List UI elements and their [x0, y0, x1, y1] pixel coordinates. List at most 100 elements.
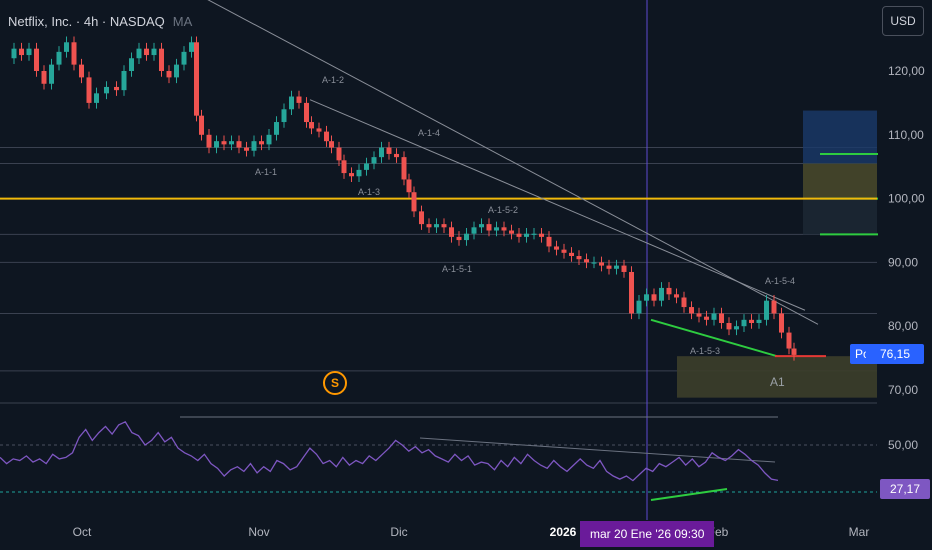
candle-body: [659, 287, 664, 301]
candle-body: [674, 294, 679, 298]
candle-body: [629, 271, 634, 314]
x-tick-label: Nov: [248, 525, 269, 539]
candle-body: [281, 109, 287, 123]
candle-body: [194, 42, 199, 116]
indicator-label[interactable]: MA: [173, 14, 193, 29]
candle-body: [756, 319, 762, 324]
symbol-title[interactable]: Netflix, Inc. · 4h · NASDAQ: [8, 14, 165, 29]
candle-body: [26, 48, 32, 56]
wave-label: A-1-3: [358, 187, 380, 197]
candle-body: [159, 48, 164, 71]
candle-body: [681, 297, 687, 308]
candle-body: [546, 236, 552, 247]
candle-body: [221, 141, 227, 145]
time-cursor-tag: mar 20 Ene '26 09:30: [580, 521, 715, 547]
candle-body: [651, 294, 657, 301]
x-tick-label: 2026: [550, 525, 577, 539]
candle-body: [64, 42, 69, 52]
candle-body: [229, 141, 234, 145]
chart-header: Netflix, Inc. · 4h · NASDAQ MA: [8, 14, 192, 29]
candle-body: [189, 42, 194, 52]
wave-label: A-1-4: [418, 128, 440, 138]
candle-body: [479, 224, 484, 228]
chart-background: [0, 0, 932, 550]
candle-body: [644, 294, 649, 301]
candle-body: [71, 42, 77, 65]
candle-body: [56, 51, 62, 65]
candle-body: [151, 48, 157, 56]
candle-body: [689, 307, 694, 314]
candle-body: [104, 86, 109, 94]
candle-body: [434, 224, 439, 228]
candle-body: [266, 134, 272, 145]
wave-label: A-1-2: [322, 75, 344, 85]
candle-body: [441, 224, 447, 228]
candle-body: [214, 141, 219, 148]
candle-body: [614, 265, 619, 269]
candle-body: [734, 326, 739, 330]
wave-label: A1: [770, 375, 785, 389]
candle-body: [711, 313, 717, 320]
candle-body: [136, 48, 142, 59]
candle-body: [501, 227, 507, 231]
candle-body: [726, 323, 732, 330]
candle-body: [411, 192, 417, 212]
wave-label: A-1-5-4: [765, 276, 795, 286]
candle-body: [554, 246, 559, 250]
candle-body: [696, 313, 702, 317]
candle-body: [114, 86, 119, 91]
x-tick-label: Mar: [849, 525, 870, 539]
currency-button[interactable]: USD: [882, 6, 924, 36]
x-tick-label: Oct: [73, 525, 92, 539]
candle-body: [419, 211, 424, 225]
candle-body: [539, 233, 544, 237]
candle-body: [486, 224, 492, 231]
candle-body: [719, 313, 724, 324]
candle-body: [426, 224, 432, 228]
y-tick-label: 110,00: [888, 128, 924, 142]
candle-body: [606, 265, 612, 269]
candle-body: [531, 233, 537, 235]
chart-canvas[interactable]: A-1-1 A-1-2 A-1-3 A-1-4 A-1-5-1 A-1-5-2 A-1-5-…: [0, 0, 932, 550]
candle-body: [244, 147, 249, 151]
candle-body: [121, 71, 127, 91]
candle-body: [401, 157, 407, 180]
candle-body: [569, 252, 574, 257]
wave-label: A-1-5-3: [690, 346, 720, 356]
y-tick-label: 120,00: [888, 64, 925, 78]
candle-body: [524, 233, 529, 237]
x-tick-label: Dic: [390, 525, 407, 539]
candle-body: [34, 48, 39, 71]
candle-body: [576, 256, 582, 260]
candle-body: [49, 64, 54, 84]
candle-body: [791, 348, 797, 355]
candle-body: [364, 163, 369, 170]
candle-body: [771, 300, 777, 314]
event-s-icon[interactable]: S: [323, 371, 347, 395]
candle-body: [324, 131, 329, 142]
candle-body: [199, 115, 204, 135]
candle-body: [11, 48, 17, 59]
candle-body: [464, 233, 469, 241]
y-tick-label: 70,00: [888, 383, 918, 397]
candle-body: [356, 169, 362, 177]
candle-body: [336, 147, 342, 161]
candle-body: [406, 179, 412, 193]
candle-body: [386, 147, 392, 154]
wave-label: A-1-5-2: [488, 205, 518, 215]
candle-body: [86, 77, 92, 103]
y-tick-label: 100,00: [888, 192, 925, 206]
candle-body: [786, 332, 792, 349]
candle-body: [741, 319, 747, 327]
candle-body: [236, 141, 242, 148]
candle-body: [316, 128, 322, 132]
candle-body: [296, 96, 302, 103]
wave-label: A-1-1: [255, 167, 277, 177]
candle-body: [41, 71, 47, 84]
candle-body: [636, 300, 642, 314]
candle-body: [591, 262, 597, 264]
candle-body: [456, 236, 462, 241]
candle-body: [394, 153, 399, 158]
rsi-value-tag: 27,17: [880, 479, 930, 499]
candle-body: [371, 157, 377, 164]
